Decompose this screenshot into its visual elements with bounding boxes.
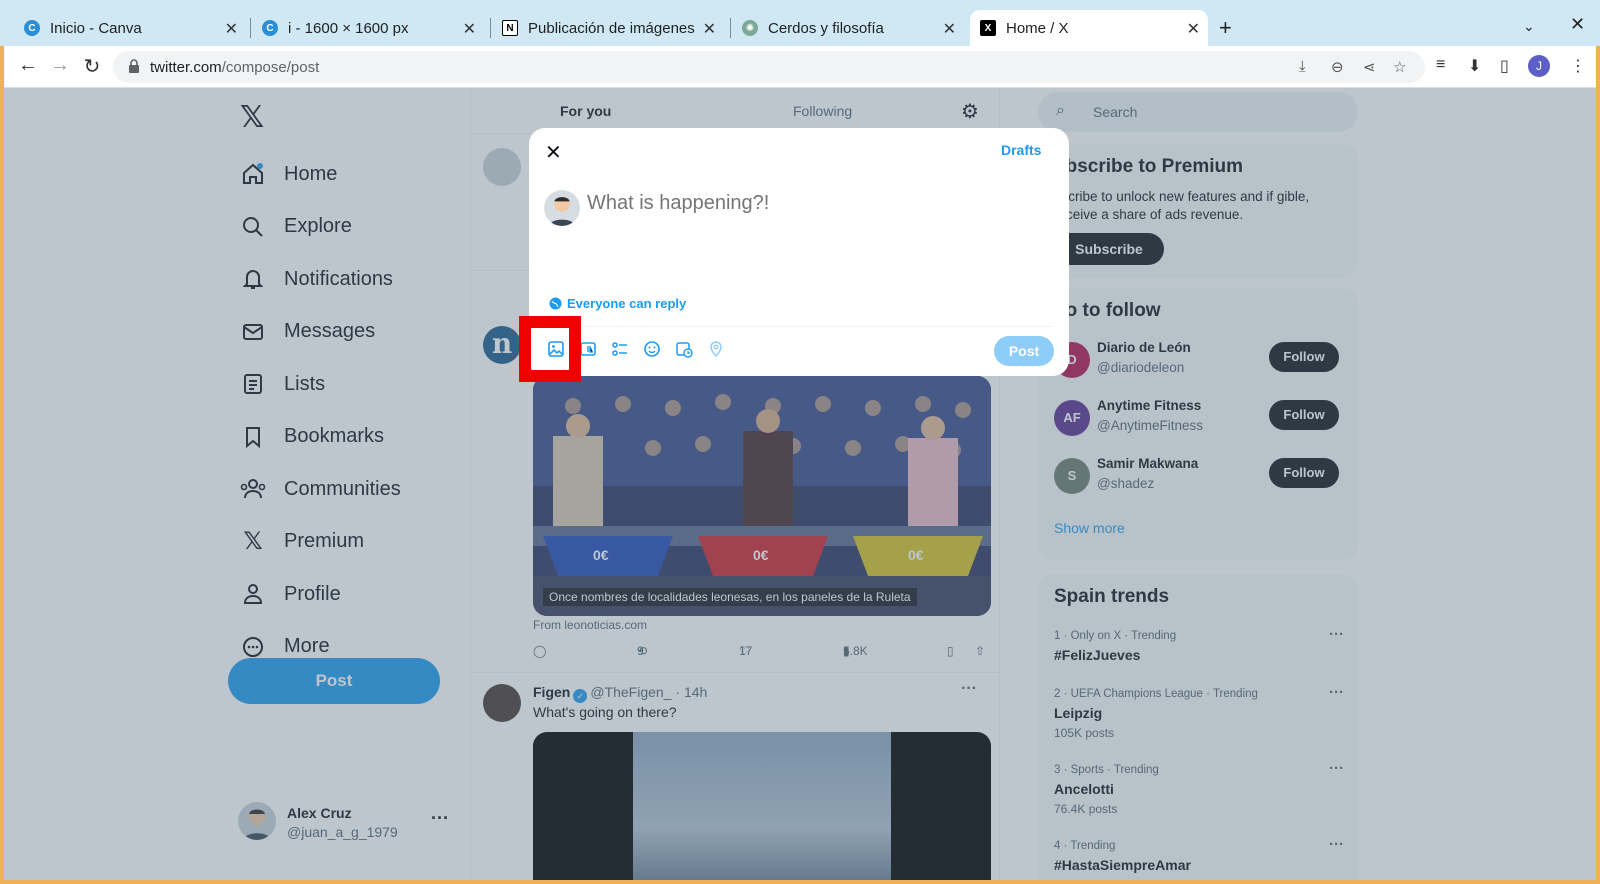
media-control-icon[interactable]: ≡ (1436, 56, 1445, 74)
tab-bar: C Inicio - Canva ✕ C i - 1600 × 1600 px … (0, 0, 1600, 46)
tab-notion[interactable]: N Publicación de imágenes ✕ (492, 10, 724, 46)
star-icon[interactable]: ☆ (1393, 58, 1406, 76)
install-icon[interactable]: ⤓ (1299, 58, 1306, 75)
close-tab-icon[interactable]: ✕ (225, 19, 238, 39)
compose-textbox[interactable] (587, 192, 1047, 215)
side-panel-icon[interactable]: ▯ (1500, 56, 1509, 76)
chevron-down-icon[interactable]: ⌄ (1523, 18, 1535, 35)
back-icon[interactable]: ← (16, 54, 40, 77)
profile-avatar[interactable]: J (1528, 55, 1550, 77)
reload-icon[interactable]: ↻ (80, 54, 104, 79)
close-icon[interactable]: ✕ (545, 140, 562, 165)
tab-canva-home[interactable]: C Inicio - Canva ✕ (14, 10, 246, 46)
globe-icon (549, 297, 562, 310)
close-tab-icon[interactable]: ✕ (943, 19, 956, 39)
window-close-icon[interactable]: ✕ (1570, 14, 1585, 35)
kebab-menu-icon[interactable]: ⋮ (1570, 56, 1586, 76)
chatgpt-icon: ✺ (742, 20, 758, 36)
schedule-icon[interactable] (673, 338, 695, 360)
location-icon[interactable] (705, 338, 727, 360)
zoom-icon[interactable]: ⊖ (1331, 58, 1344, 76)
tab-separator (250, 18, 251, 38)
canva-icon: C (262, 20, 278, 36)
drafts-button[interactable]: Drafts (1001, 142, 1041, 158)
reply-setting-button[interactable]: Everyone can reply (549, 296, 686, 311)
tab-canva-design[interactable]: C i - 1600 × 1600 px ✕ (252, 10, 484, 46)
share-icon[interactable]: ⋖ (1363, 58, 1376, 76)
poll-icon[interactable] (609, 338, 631, 360)
close-tab-icon[interactable]: ✕ (1187, 19, 1200, 39)
highlight-box (519, 316, 581, 382)
download-icon[interactable]: ⬇ (1468, 56, 1481, 76)
close-tab-icon[interactable]: ✕ (703, 19, 716, 39)
tab-chatgpt[interactable]: ✺ Cerdos y filosofía ✕ (732, 10, 964, 46)
new-tab-icon[interactable]: + (1219, 15, 1232, 41)
address-bar[interactable]: twitter.com/compose/post ⤓ ⊖ ⋖ ☆ (113, 51, 1425, 83)
address-toolbar: ← → ↻ twitter.com/compose/post ⤓ ⊖ ⋖ ☆ ≡… (4, 46, 1596, 88)
divider (545, 326, 1053, 327)
canva-icon: C (24, 20, 40, 36)
tab-separator (490, 18, 491, 38)
close-tab-icon[interactable]: ✕ (463, 19, 476, 39)
lock-icon (129, 59, 139, 73)
x-icon: X (980, 20, 996, 36)
compose-dialog: ✕ Drafts Everyone can reply Post (529, 128, 1069, 376)
notion-icon: N (502, 20, 518, 36)
tab-x-home[interactable]: X Home / X ✕ (970, 10, 1208, 46)
avatar (544, 190, 580, 226)
emoji-icon[interactable] (641, 338, 663, 360)
post-submit-button[interactable]: Post (994, 336, 1054, 366)
tab-separator (730, 18, 731, 38)
url-text: twitter.com/compose/post (150, 59, 320, 76)
forward-icon[interactable]: → (48, 54, 72, 77)
